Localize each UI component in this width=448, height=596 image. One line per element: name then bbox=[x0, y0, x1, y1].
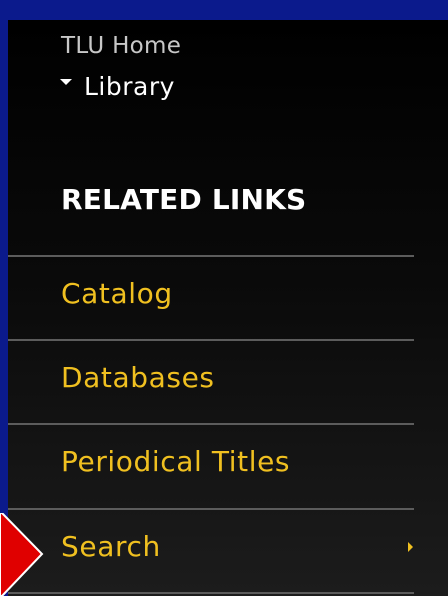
caret-right-icon bbox=[408, 542, 413, 552]
breadcrumb-current-label: Library bbox=[84, 72, 175, 101]
sidebar-panel: TLU Home Library RELATED LINKS Catalog D… bbox=[8, 20, 448, 596]
related-link-label: Search bbox=[61, 530, 161, 563]
breadcrumb-current[interactable]: Library bbox=[60, 72, 175, 101]
caret-down-icon bbox=[60, 79, 72, 85]
related-link-search[interactable]: Search bbox=[8, 510, 414, 590]
related-link-catalog[interactable]: Catalog bbox=[8, 257, 414, 337]
breadcrumb-home-link[interactable]: TLU Home bbox=[61, 33, 181, 59]
related-link-periodical-titles[interactable]: Periodical Titles bbox=[8, 425, 414, 505]
divider bbox=[8, 592, 414, 594]
related-links-heading: RELATED LINKS bbox=[61, 183, 307, 216]
related-link-label: Databases bbox=[61, 361, 215, 394]
page-frame: TLU Home Library RELATED LINKS Catalog D… bbox=[0, 0, 448, 596]
related-link-label: Catalog bbox=[61, 277, 173, 310]
related-link-label: Periodical Titles bbox=[61, 445, 291, 478]
related-link-databases[interactable]: Databases bbox=[8, 341, 414, 421]
red-arrow-icon bbox=[0, 513, 44, 596]
